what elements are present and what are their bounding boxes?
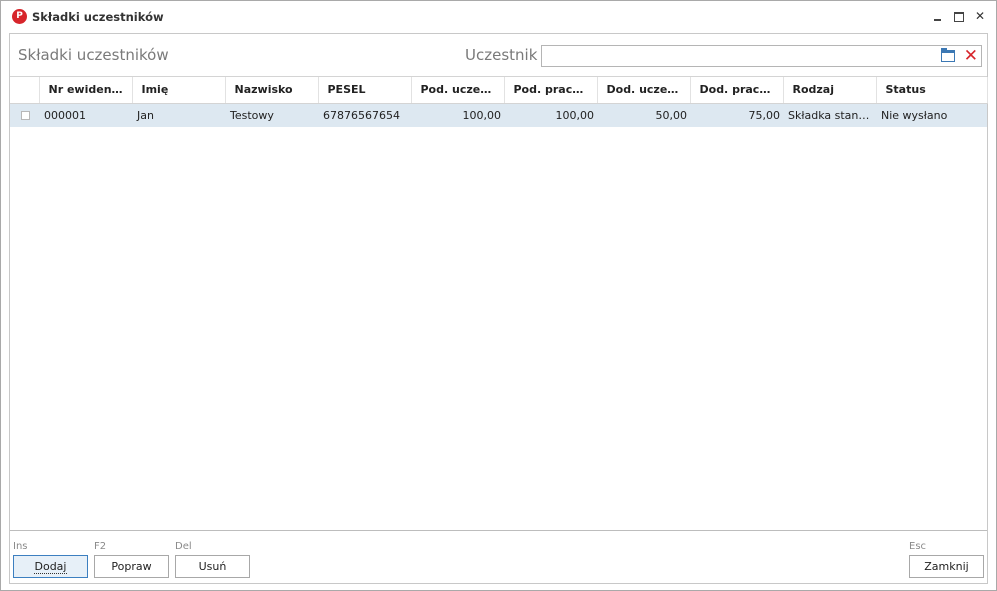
dialog-window: P Składki uczestników ✕ Składki uczestni… — [0, 0, 997, 591]
cell-status: Nie wysłano — [876, 103, 987, 127]
add-hotkey: Ins — [13, 541, 28, 552]
clear-x-icon[interactable]: ✕ — [964, 46, 978, 66]
column-header-status[interactable]: Status — [876, 77, 988, 104]
minimize-icon[interactable] — [932, 9, 944, 23]
cell-dod-pracodawca: 75,00 — [690, 103, 783, 127]
column-header-dod-pracodawca[interactable]: Dod. pracoda... — [690, 77, 784, 104]
column-header-pesel[interactable]: PESEL — [318, 77, 412, 104]
row-checkbox[interactable] — [21, 111, 30, 121]
delete-button[interactable]: Usuń — [175, 555, 250, 578]
cell-imie: Jan — [132, 103, 225, 127]
contributions-table: Nr ewidencyj... Imię Nazwisko PESEL Pod.… — [10, 77, 988, 127]
window-title: Składki uczestników — [32, 10, 164, 24]
edit-hotkey: F2 — [94, 541, 107, 552]
delete-hotkey: Del — [175, 541, 192, 552]
cell-dod-uczestnik: 50,00 — [597, 103, 690, 127]
cell-rodzaj: Składka stand... — [783, 103, 876, 127]
add-button[interactable]: Dodaj — [13, 555, 88, 578]
table-row[interactable]: 000001 Jan Testowy 67876567654 100,00 10… — [10, 103, 987, 127]
close-hotkey: Esc — [909, 541, 927, 552]
cell-nr: 000001 — [39, 103, 132, 127]
column-header-pod-pracodawca[interactable]: Pod. pracoda... — [504, 77, 598, 104]
row-select-cell[interactable] — [10, 103, 39, 127]
column-header-pod-uczestnik[interactable]: Pod. uczestni... — [411, 77, 505, 104]
column-header-dod-uczestnik[interactable]: Dod. uczestni... — [597, 77, 691, 104]
column-header-select[interactable] — [10, 77, 40, 104]
cell-pod-uczestnik: 100,00 — [411, 103, 504, 127]
contributions-grid[interactable]: Nr ewidencyj... Imię Nazwisko PESEL Pod.… — [10, 76, 988, 531]
close-icon[interactable]: ✕ — [974, 9, 986, 23]
close-button[interactable]: Zamknij — [909, 555, 984, 578]
participant-filter-label: Uczestnik — [465, 46, 538, 64]
cell-pesel: 67876567654 — [318, 103, 411, 127]
add-button-label: Dodaj — [33, 560, 68, 574]
maximize-icon[interactable] — [953, 9, 965, 23]
form-title: Składki uczestników — [18, 46, 169, 64]
cell-nazwisko: Testowy — [225, 103, 318, 127]
footer-toolbar: Ins Dodaj F2 Popraw Del Usuń Esc Zamknij — [10, 532, 987, 583]
folder-icon[interactable] — [941, 48, 955, 62]
title-bar[interactable]: P Składki uczestników ✕ — [1, 1, 996, 33]
content-panel: Składki uczestników Uczestnik ✕ Nr ewide — [9, 33, 988, 584]
column-header-nr[interactable]: Nr ewidencyj... — [39, 77, 133, 104]
edit-button[interactable]: Popraw — [94, 555, 169, 578]
form-header: Składki uczestników Uczestnik ✕ — [10, 34, 987, 76]
column-header-nazwisko[interactable]: Nazwisko — [225, 77, 319, 104]
cell-pod-pracodawca: 100,00 — [504, 103, 597, 127]
table-header-row: Nr ewidencyj... Imię Nazwisko PESEL Pod.… — [10, 77, 988, 104]
participant-filter-input[interactable]: ✕ — [541, 45, 982, 67]
column-header-rodzaj[interactable]: Rodzaj — [783, 77, 877, 104]
app-logo-icon: P — [12, 9, 27, 24]
window-controls: ✕ — [932, 9, 986, 23]
column-header-imie[interactable]: Imię — [132, 77, 226, 104]
